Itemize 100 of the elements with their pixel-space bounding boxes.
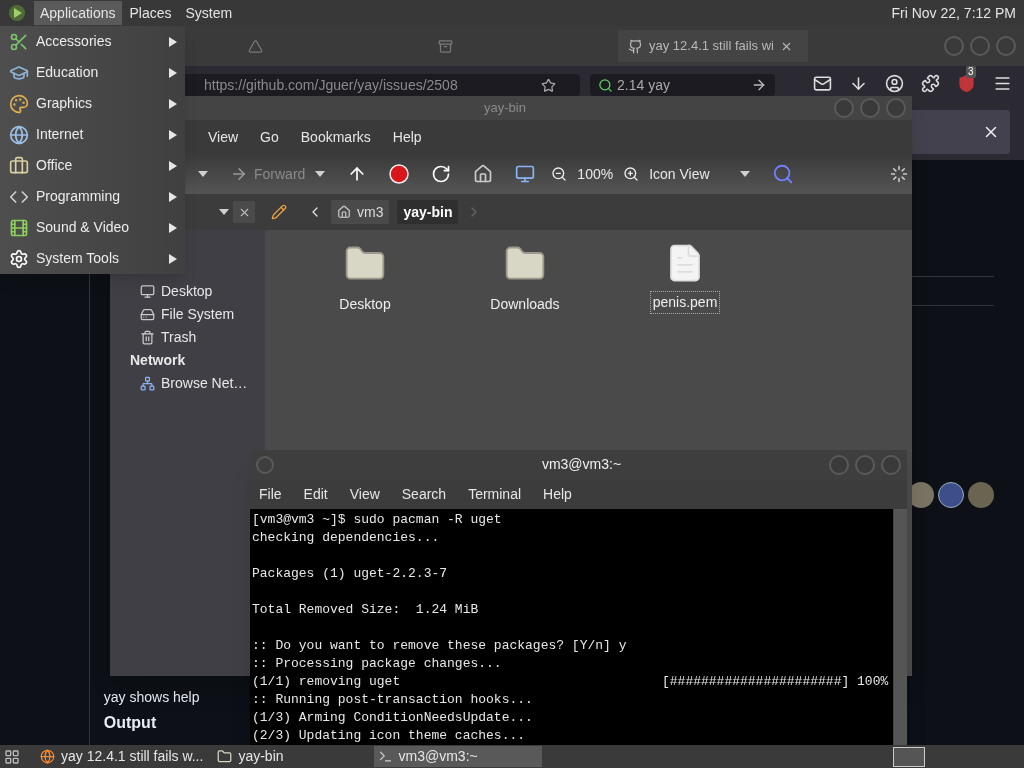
progress-text: [######################] 100% bbox=[662, 673, 889, 691]
terminal-icon bbox=[377, 749, 393, 764]
film-icon bbox=[9, 217, 29, 238]
sidebar-item[interactable]: File System bbox=[110, 303, 265, 326]
terminal-line: Total Removed Size: 1.24 MiB bbox=[252, 601, 479, 619]
body-text: yay shows help bbox=[103, 688, 200, 707]
file-name[interactable]: Downloads bbox=[488, 294, 562, 315]
folder-icon bbox=[217, 749, 233, 764]
panel-menu[interactable]: Applications bbox=[34, 1, 122, 25]
star-icon[interactable] bbox=[541, 77, 556, 93]
terminal-line: (1/3) Arming ConditionNeedsUpdate... bbox=[252, 709, 533, 727]
menu-icon[interactable] bbox=[993, 74, 1012, 93]
menu-item[interactable]: System Tools bbox=[0, 243, 185, 274]
search-icon[interactable] bbox=[771, 163, 794, 185]
terminal-line: :: Processing package changes... bbox=[252, 655, 502, 673]
computer-icon[interactable] bbox=[515, 164, 536, 184]
terminal-line: :: Running post-transaction hooks... bbox=[252, 691, 533, 709]
file-name[interactable]: Desktop bbox=[337, 294, 393, 315]
submenu-arrow-icon bbox=[169, 191, 177, 202]
home-icon[interactable] bbox=[473, 164, 494, 184]
submenu-arrow-icon bbox=[169, 160, 177, 171]
caret-icon[interactable] bbox=[219, 209, 229, 215]
path-button[interactable]: yay-bin bbox=[397, 200, 459, 224]
show-desktop-icon[interactable] bbox=[4, 748, 20, 765]
caret-icon[interactable] bbox=[198, 171, 208, 177]
terminal-line: [vm3@vm3 ~]$ sudo pacman -R uget bbox=[252, 511, 502, 529]
close-sidebar-button[interactable] bbox=[233, 201, 255, 223]
reload-icon[interactable] bbox=[431, 164, 452, 184]
menu-item[interactable]: Help bbox=[543, 483, 572, 505]
terminal-line: Packages (1) uget-2.2.3-7 bbox=[252, 565, 448, 583]
sidebar-item[interactable]: Desktop bbox=[110, 280, 265, 303]
arrow-right-icon bbox=[230, 165, 248, 183]
zoom-in-icon[interactable] bbox=[623, 166, 640, 182]
terminal-line: :: Do you want to remove these packages? [Y/n] y bbox=[252, 637, 627, 655]
menu-item[interactable]: View bbox=[349, 483, 380, 505]
account-icon[interactable] bbox=[885, 74, 904, 93]
logo-icon[interactable] bbox=[8, 4, 26, 22]
globe-icon bbox=[9, 124, 29, 145]
submenu-arrow-icon bbox=[169, 129, 177, 140]
menu-item[interactable]: Office bbox=[0, 150, 185, 181]
taskbar-item[interactable]: yay-bin bbox=[213, 746, 288, 767]
panel-menu[interactable]: Places bbox=[123, 1, 178, 25]
search-field[interactable]: 2.14 yay bbox=[590, 74, 775, 96]
edit-icon[interactable] bbox=[271, 204, 287, 220]
terminal-line: (2/3) Updating icon theme caches... bbox=[252, 727, 526, 745]
sidebar-heading: Network bbox=[129, 351, 187, 370]
download-icon[interactable] bbox=[849, 74, 868, 93]
globe-icon bbox=[40, 749, 55, 764]
view-mode-dropdown[interactable]: Icon View bbox=[649, 163, 750, 185]
caret-icon[interactable] bbox=[315, 171, 326, 177]
workspace-switcher[interactable] bbox=[893, 746, 925, 767]
sidebar-item[interactable]: Trash bbox=[110, 326, 265, 349]
panel-menu[interactable]: System bbox=[179, 1, 239, 25]
avatar[interactable] bbox=[968, 482, 994, 508]
submenu-arrow-icon bbox=[169, 67, 177, 78]
submenu-arrow-icon bbox=[169, 36, 177, 47]
menu-item[interactable]: Internet bbox=[0, 119, 185, 150]
search-icon bbox=[598, 77, 613, 93]
terminal-line: (1/1) removing uget bbox=[252, 673, 401, 691]
home-icon bbox=[337, 205, 351, 219]
trash-icon bbox=[140, 330, 155, 345]
palette-icon bbox=[9, 93, 29, 114]
menu-item[interactable]: Go bbox=[260, 126, 279, 148]
drive-icon bbox=[140, 307, 155, 322]
extensions-icon[interactable] bbox=[921, 74, 940, 93]
menu-item[interactable]: Sound & Video bbox=[0, 212, 185, 243]
briefcase-icon bbox=[9, 155, 29, 176]
menu-item[interactable]: Programming bbox=[0, 181, 185, 212]
menu-item[interactable]: View bbox=[208, 126, 239, 148]
window-title: vm3@vm3:~ bbox=[541, 455, 622, 475]
section-heading: Output bbox=[103, 714, 157, 732]
file-name[interactable]: penis.pem bbox=[650, 292, 720, 313]
taskbar-item[interactable]: yay 12.4.1 still fails w... bbox=[36, 746, 208, 767]
path-button[interactable]: vm3 bbox=[331, 200, 390, 224]
monitor-icon bbox=[140, 284, 155, 299]
submenu-arrow-icon bbox=[169, 253, 177, 264]
zoom-level: 100% bbox=[577, 164, 614, 184]
shield-icon[interactable] bbox=[957, 74, 976, 93]
menu-item[interactable]: Help bbox=[392, 126, 422, 148]
menu-item[interactable]: Search bbox=[401, 483, 447, 505]
menu-item[interactable]: Bookmarks bbox=[300, 126, 371, 148]
taskbar-item[interactable]: vm3@vm3:~ bbox=[373, 746, 542, 767]
spinner-icon bbox=[890, 165, 908, 183]
avatar[interactable] bbox=[938, 482, 964, 508]
browser-tab[interactable]: yay 12.4.1 still fails wi bbox=[618, 30, 808, 62]
menu-item[interactable]: File bbox=[259, 483, 282, 505]
window-title: yay-bin bbox=[484, 99, 526, 118]
mail-icon[interactable] bbox=[813, 74, 832, 93]
menu-item[interactable]: Accessories bbox=[0, 26, 185, 57]
clock[interactable]: Fri Nov 22, 7:12 PM bbox=[891, 2, 1016, 24]
zoom-out-icon[interactable] bbox=[551, 166, 568, 182]
submenu-arrow-icon bbox=[169, 98, 177, 109]
extension-badge: 3 bbox=[966, 66, 976, 78]
caret-icon[interactable] bbox=[739, 171, 750, 177]
menu-item[interactable]: Terminal bbox=[468, 483, 522, 505]
stop-icon[interactable] bbox=[389, 164, 410, 184]
archive-icon bbox=[438, 38, 453, 54]
menu-item[interactable]: Edit bbox=[303, 483, 328, 505]
sidebar-item[interactable]: Browse Net… bbox=[110, 372, 265, 395]
scrollbar[interactable] bbox=[893, 509, 907, 745]
